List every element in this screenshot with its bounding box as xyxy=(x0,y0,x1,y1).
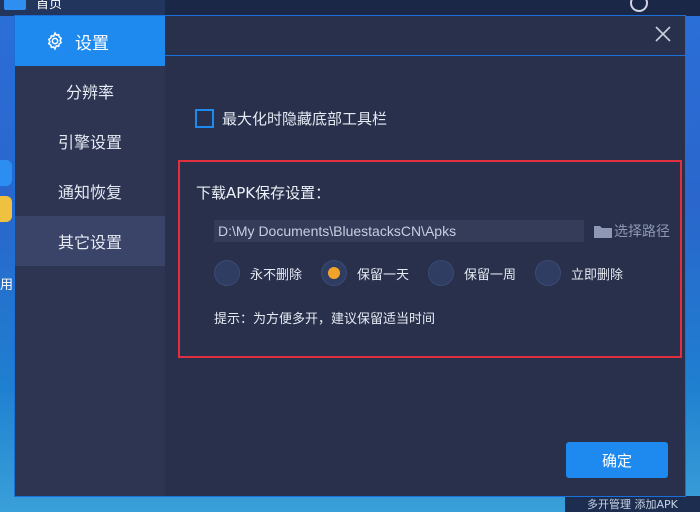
confirm-button[interactable]: 确定 xyxy=(566,442,668,478)
settings-dialog: 设置 分辨率 引擎设置 通知恢复 其它设置 最大化时隐藏底部工具栏 下载APK保… xyxy=(14,15,686,497)
radio-selected-dot xyxy=(328,267,341,279)
radio-keep-one-day[interactable]: 保留一天 xyxy=(321,260,409,286)
radio-circle-selected[interactable] xyxy=(321,260,348,286)
browse-path-label: 选择路径 xyxy=(614,224,670,240)
sidebar-item-engine[interactable]: 引擎设置 xyxy=(15,116,165,166)
radio-keep-one-week[interactable]: 保留一周 xyxy=(428,260,516,286)
home-app-icon xyxy=(4,0,26,10)
radio-label: 立即删除 xyxy=(571,267,624,283)
sidebar-title: 设置 xyxy=(75,33,109,54)
apk-path-input[interactable] xyxy=(214,220,584,242)
background-app-icon[interactable] xyxy=(0,196,12,222)
hide-toolbar-checkbox[interactable] xyxy=(195,109,214,128)
sidebar-item-resolution[interactable]: 分辨率 xyxy=(15,66,165,116)
radio-never-delete[interactable]: 永不删除 xyxy=(214,260,302,286)
hide-toolbar-option[interactable]: 最大化时隐藏底部工具栏 xyxy=(195,108,387,129)
browse-path-button[interactable]: 选择路径 xyxy=(594,220,670,242)
apk-settings-title: 下载APK保存设置： xyxy=(196,184,331,202)
radio-label: 永不删除 xyxy=(250,267,303,283)
apk-save-settings-box: 下载APK保存设置： 选择路径 永不删除 保留一天 xyxy=(178,160,682,358)
sidebar-item-other[interactable]: 其它设置 xyxy=(15,216,165,266)
radio-label: 保留一天 xyxy=(357,267,410,283)
retention-hint: 提示：为方便多开，建议保留适当时间 xyxy=(214,312,436,327)
close-icon[interactable] xyxy=(653,24,673,44)
background-bottom-bar[interactable]: 多开管理 添加APK xyxy=(565,496,700,512)
sidebar-header: 设置 xyxy=(15,16,165,66)
background-tab-label: 首页 xyxy=(36,0,63,12)
dialog-titlebar xyxy=(165,16,685,56)
radio-circle[interactable] xyxy=(535,260,562,286)
background-app-icon[interactable] xyxy=(0,160,12,186)
radio-label: 保留一周 xyxy=(464,267,517,283)
settings-content: 最大化时隐藏底部工具栏 下载APK保存设置： 选择路径 永不删除 保留一天 xyxy=(165,56,685,496)
background-tab-home[interactable]: 首页 xyxy=(0,0,165,16)
radio-circle[interactable] xyxy=(214,260,240,286)
sidebar-item-notification[interactable]: 通知恢复 xyxy=(15,166,165,216)
hide-toolbar-label: 最大化时隐藏底部工具栏 xyxy=(222,110,388,128)
gear-icon xyxy=(47,31,63,51)
retention-options: 永不删除 保留一天 保留一周 立即删除 xyxy=(214,260,642,286)
radio-delete-immediately[interactable]: 立即删除 xyxy=(535,260,623,286)
settings-sidebar: 设置 分辨率 引擎设置 通知恢复 其它设置 xyxy=(15,16,165,496)
background-left-text: 用 xyxy=(0,278,14,293)
folder-icon xyxy=(594,226,612,238)
radio-circle[interactable] xyxy=(428,260,455,286)
